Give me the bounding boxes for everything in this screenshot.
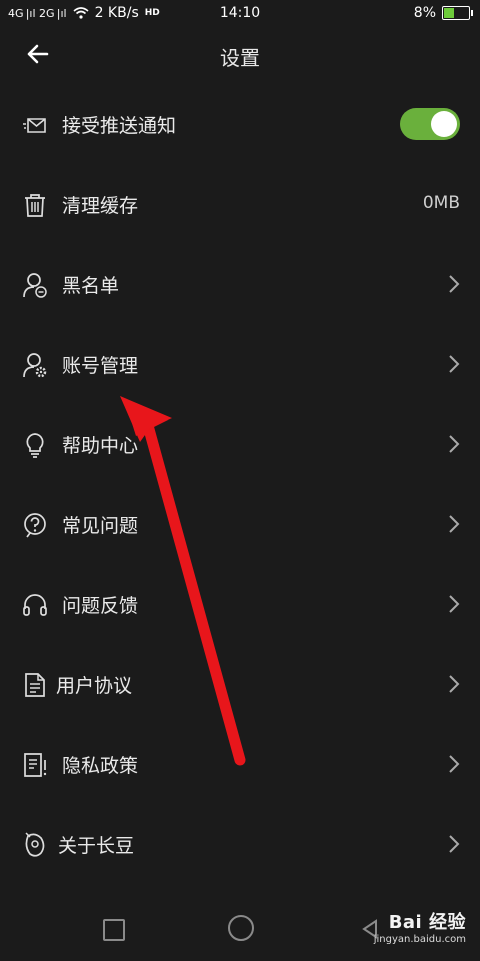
chevron-right-icon (449, 595, 460, 613)
chevron-right-icon (449, 515, 460, 533)
row-label: 清理缓存 (62, 195, 139, 217)
chevron-right-icon (449, 355, 460, 373)
row-label: 用户协议 (56, 675, 133, 697)
baidu-watermark: Bai 经验 jingyan.baidu.com (374, 908, 466, 945)
row-blacklist[interactable]: 黑名单 (0, 244, 480, 324)
battery-percent: 8% (413, 5, 436, 21)
row-label: 关于长豆 (58, 835, 135, 857)
page-title: 设置 (220, 46, 260, 70)
row-about[interactable]: 关于长豆 (0, 804, 480, 884)
message-icon (23, 118, 46, 133)
user-gear-icon (23, 353, 47, 378)
home-button[interactable] (228, 915, 254, 941)
app-logo-icon (25, 832, 45, 857)
status-bar: 4G |ıl 2G |ıl 2 KB/s HD 14:10 8% (0, 0, 480, 28)
row-user-agreement[interactable]: 用户协议 (0, 644, 480, 724)
push-toggle[interactable] (400, 108, 460, 140)
row-label: 账号管理 (62, 355, 139, 377)
row-label: 问题反馈 (62, 595, 139, 617)
row-help-center[interactable]: 帮助中心 (0, 404, 480, 484)
row-label: 隐私政策 (62, 755, 139, 777)
watermark-site: jingyan.baidu.com (373, 934, 466, 945)
row-clear-cache[interactable]: 清理缓存 0MB (0, 164, 480, 244)
chevron-right-icon (449, 755, 460, 773)
document-icon (25, 673, 45, 697)
row-label: 帮助中心 (62, 435, 139, 457)
row-privacy-policy[interactable]: 隐私政策 (0, 724, 480, 804)
trash-icon (25, 194, 45, 217)
row-label: 常见问题 (62, 515, 139, 537)
chevron-right-icon (449, 275, 460, 293)
chevron-right-icon (449, 835, 460, 853)
app-header: 设置 (0, 28, 480, 82)
watermark-logo: Bai 经验 (388, 912, 466, 933)
row-push-notifications[interactable]: 接受推送通知 (0, 84, 480, 164)
question-icon (24, 513, 46, 538)
user-block-icon (23, 273, 47, 298)
settings-list: 接受推送通知 清理缓存 0MB 黑名单 账号管理 帮助中心 常见问题 问题反馈 … (0, 84, 480, 884)
lightbulb-icon (26, 433, 44, 458)
row-account-management[interactable]: 账号管理 (0, 324, 480, 404)
row-label: 黑名单 (62, 275, 120, 297)
clock: 14:10 (219, 5, 261, 21)
headphones-icon (23, 594, 47, 616)
row-feedback[interactable]: 问题反馈 (0, 564, 480, 644)
chevron-right-icon (449, 435, 460, 453)
recent-apps-button[interactable] (103, 919, 125, 941)
row-faq[interactable]: 常见问题 (0, 484, 480, 564)
chevron-right-icon (449, 675, 460, 693)
cache-size: 0MB (422, 193, 460, 213)
battery-icon (442, 6, 473, 20)
policy-icon (24, 753, 47, 777)
row-label: 接受推送通知 (62, 115, 177, 137)
